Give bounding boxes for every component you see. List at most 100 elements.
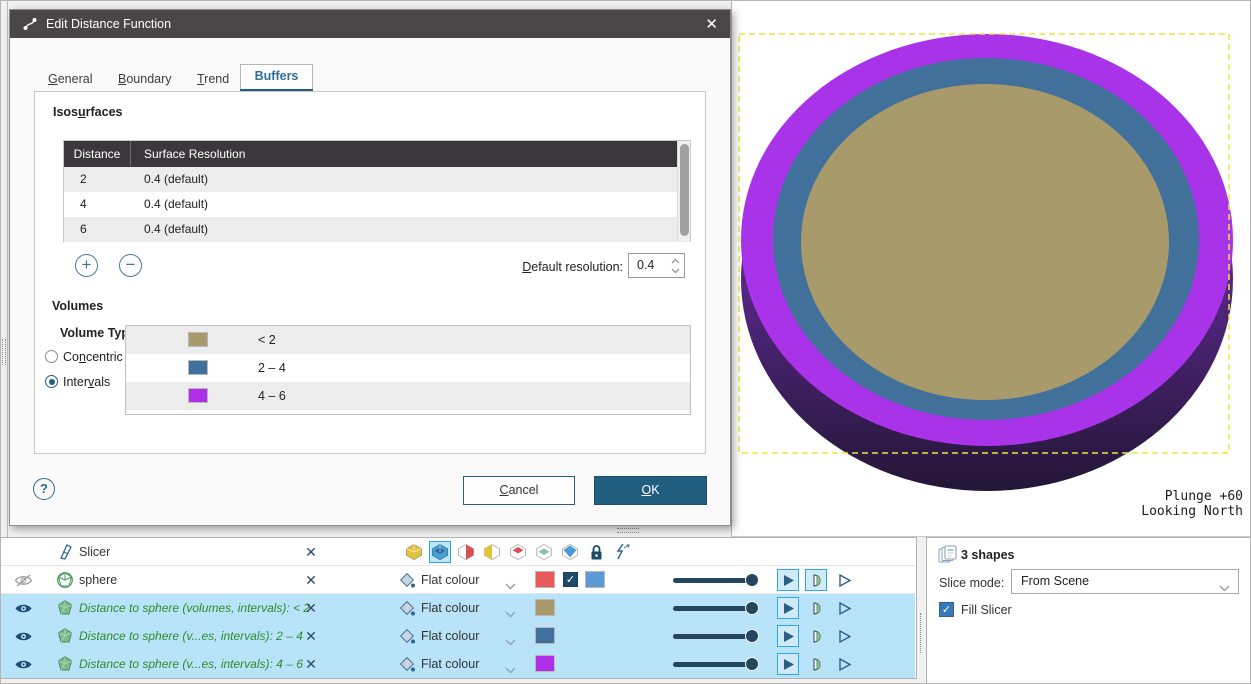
opacity-slider[interactable] bbox=[673, 574, 759, 588]
scene-3d-viewport[interactable]: Plunge +60 Looking North bbox=[731, 1, 1251, 537]
render-solid-button[interactable] bbox=[777, 597, 799, 619]
concentric-radio-label[interactable]: Concentric bbox=[63, 350, 123, 364]
render-solid-button[interactable] bbox=[777, 625, 799, 647]
colour-swatch[interactable] bbox=[535, 599, 555, 616]
link-colours-checkbox[interactable]: ✓ bbox=[563, 572, 578, 587]
visibility-off-icon[interactable] bbox=[14, 574, 33, 592]
visibility-on-icon[interactable] bbox=[14, 602, 33, 620]
opacity-slider[interactable] bbox=[673, 602, 759, 616]
intervals-radio[interactable] bbox=[45, 375, 58, 388]
draw-slicer-icon[interactable] bbox=[612, 542, 632, 562]
ok-button[interactable]: OK bbox=[594, 476, 707, 505]
intervals-radio-label[interactable]: Intervals bbox=[63, 375, 110, 389]
fill-slicer-checkbox[interactable]: ✓ bbox=[939, 602, 954, 617]
chevron-down-icon[interactable] bbox=[505, 577, 516, 595]
scene-row-sphere[interactable]: sphere ✕ Flat colour ✓ bbox=[1, 566, 915, 594]
slicer-tool-slice-plane-icon[interactable] bbox=[429, 541, 451, 563]
remove-slicer-button[interactable]: ✕ bbox=[301, 538, 321, 566]
opacity-slider[interactable] bbox=[673, 630, 759, 644]
list-item[interactable]: < 2 bbox=[126, 326, 690, 354]
splitter-grip-icon[interactable] bbox=[2, 339, 6, 365]
remove-distance-lt2-button[interactable]: ✕ bbox=[301, 594, 321, 622]
scene-row-distance-4-6[interactable]: Distance to sphere (v...es, intervals): … bbox=[1, 650, 915, 678]
slicer-tool-slice-back-icon[interactable] bbox=[534, 542, 554, 562]
isosurfaces-table[interactable]: Distance Surface Resolution 2 0.4 (defau… bbox=[63, 140, 691, 242]
list-item[interactable]: 4 – 6 bbox=[126, 382, 690, 410]
render-wireframe-button[interactable] bbox=[833, 569, 855, 591]
slicer-tool-remove-front-icon[interactable] bbox=[456, 542, 476, 562]
interval-colour-swatch[interactable] bbox=[188, 332, 208, 347]
cancel-button[interactable]: Cancel bbox=[463, 476, 575, 505]
interval-colour-swatch[interactable] bbox=[188, 388, 208, 403]
help-button[interactable]: ? bbox=[33, 478, 55, 500]
dialog-titlebar[interactable]: Edit Distance Function ✕ bbox=[10, 10, 730, 38]
scene-row-distance-lt2[interactable]: Distance to sphere (volumes, intervals):… bbox=[1, 594, 915, 622]
table-scrollbar[interactable] bbox=[677, 141, 690, 241]
slider-knob[interactable] bbox=[745, 629, 759, 643]
horizontal-splitter-grip[interactable] bbox=[617, 528, 639, 533]
tab-trend[interactable]: Trend bbox=[197, 72, 229, 86]
colour-swatch[interactable] bbox=[535, 655, 555, 672]
isosurfaces-table-header: Distance Surface Resolution bbox=[64, 141, 690, 167]
slider-knob[interactable] bbox=[745, 657, 759, 671]
paint-bucket-icon bbox=[399, 600, 417, 622]
volume-intervals-list[interactable]: < 2 2 – 4 4 – 6 bbox=[125, 325, 691, 415]
colour-swatch[interactable] bbox=[535, 571, 555, 588]
display-mode-dropdown[interactable]: Flat colour bbox=[421, 622, 479, 650]
left-panel-splitter[interactable] bbox=[1, 1, 8, 537]
distance-function-icon bbox=[22, 16, 38, 37]
remove-isosurface-button[interactable]: − bbox=[119, 254, 142, 277]
slicer-tool-remove-back-icon[interactable] bbox=[482, 542, 502, 562]
render-solid-button[interactable] bbox=[777, 653, 799, 675]
render-wireframe-button[interactable] bbox=[833, 625, 855, 647]
default-resolution-value[interactable]: 0.4 bbox=[637, 258, 654, 272]
tab-buffers[interactable]: Buffers bbox=[240, 64, 313, 91]
display-mode-dropdown[interactable]: Flat colour bbox=[421, 566, 479, 594]
visibility-on-icon[interactable] bbox=[14, 658, 33, 676]
slicer-tool-thick-slice-icon[interactable] bbox=[560, 542, 580, 562]
concentric-radio[interactable] bbox=[45, 350, 58, 363]
slicer-tool-no-slice-icon[interactable] bbox=[404, 542, 424, 562]
slider-knob[interactable] bbox=[745, 573, 759, 587]
tab-general[interactable]: General bbox=[48, 72, 92, 86]
remove-sphere-button[interactable]: ✕ bbox=[301, 566, 321, 594]
lock-slicer-icon[interactable] bbox=[586, 542, 606, 562]
scene-row-slicer[interactable]: Slicer ✕ bbox=[1, 538, 915, 566]
opacity-slider[interactable] bbox=[673, 658, 759, 672]
colour-swatch[interactable] bbox=[535, 627, 555, 644]
chevron-down-icon[interactable] bbox=[505, 633, 516, 651]
chevron-down-icon[interactable] bbox=[505, 661, 516, 679]
tab-boundary[interactable]: Boundary bbox=[118, 72, 172, 86]
row-label-slicer: Slicer bbox=[79, 538, 110, 566]
spinner-arrows[interactable] bbox=[671, 256, 680, 281]
chevron-down-icon[interactable] bbox=[505, 605, 516, 623]
interval-colour-swatch[interactable] bbox=[188, 360, 208, 375]
table-row[interactable]: 6 0.4 (default) bbox=[64, 217, 690, 242]
render-both-sides-button[interactable] bbox=[805, 569, 827, 591]
render-solid-button[interactable] bbox=[777, 569, 799, 591]
remove-distance-2-4-button[interactable]: ✕ bbox=[301, 622, 321, 650]
sphere-mesh-icon bbox=[56, 571, 74, 594]
default-resolution-spinner[interactable]: 0.4 bbox=[628, 253, 685, 278]
visibility-on-icon[interactable] bbox=[14, 630, 33, 648]
table-row[interactable]: 2 0.4 (default) bbox=[64, 167, 690, 192]
render-wireframe-button[interactable] bbox=[833, 653, 855, 675]
remove-distance-4-6-button[interactable]: ✕ bbox=[301, 650, 321, 678]
close-icon[interactable]: ✕ bbox=[705, 15, 718, 33]
render-both-sides-button[interactable] bbox=[805, 625, 827, 647]
scene-row-distance-2-4[interactable]: Distance to sphere (v...es, intervals): … bbox=[1, 622, 915, 650]
scrollbar-thumb[interactable] bbox=[680, 144, 689, 236]
list-item[interactable]: 2 – 4 bbox=[126, 354, 690, 382]
row-label-distance-4-6: Distance to sphere (v...es, intervals): … bbox=[79, 650, 303, 678]
add-isosurface-button[interactable]: + bbox=[75, 254, 98, 277]
render-both-sides-button[interactable] bbox=[805, 597, 827, 619]
table-row[interactable]: 4 0.4 (default) bbox=[64, 192, 690, 217]
slice-mode-select[interactable]: From Scene bbox=[1011, 569, 1239, 594]
render-both-sides-button[interactable] bbox=[805, 653, 827, 675]
display-mode-dropdown[interactable]: Flat colour bbox=[421, 650, 479, 678]
slicer-tool-slice-front-icon[interactable] bbox=[508, 542, 528, 562]
display-mode-dropdown[interactable]: Flat colour bbox=[421, 594, 479, 622]
slider-knob[interactable] bbox=[745, 601, 759, 615]
render-wireframe-button[interactable] bbox=[833, 597, 855, 619]
secondary-colour-swatch[interactable] bbox=[585, 571, 605, 588]
